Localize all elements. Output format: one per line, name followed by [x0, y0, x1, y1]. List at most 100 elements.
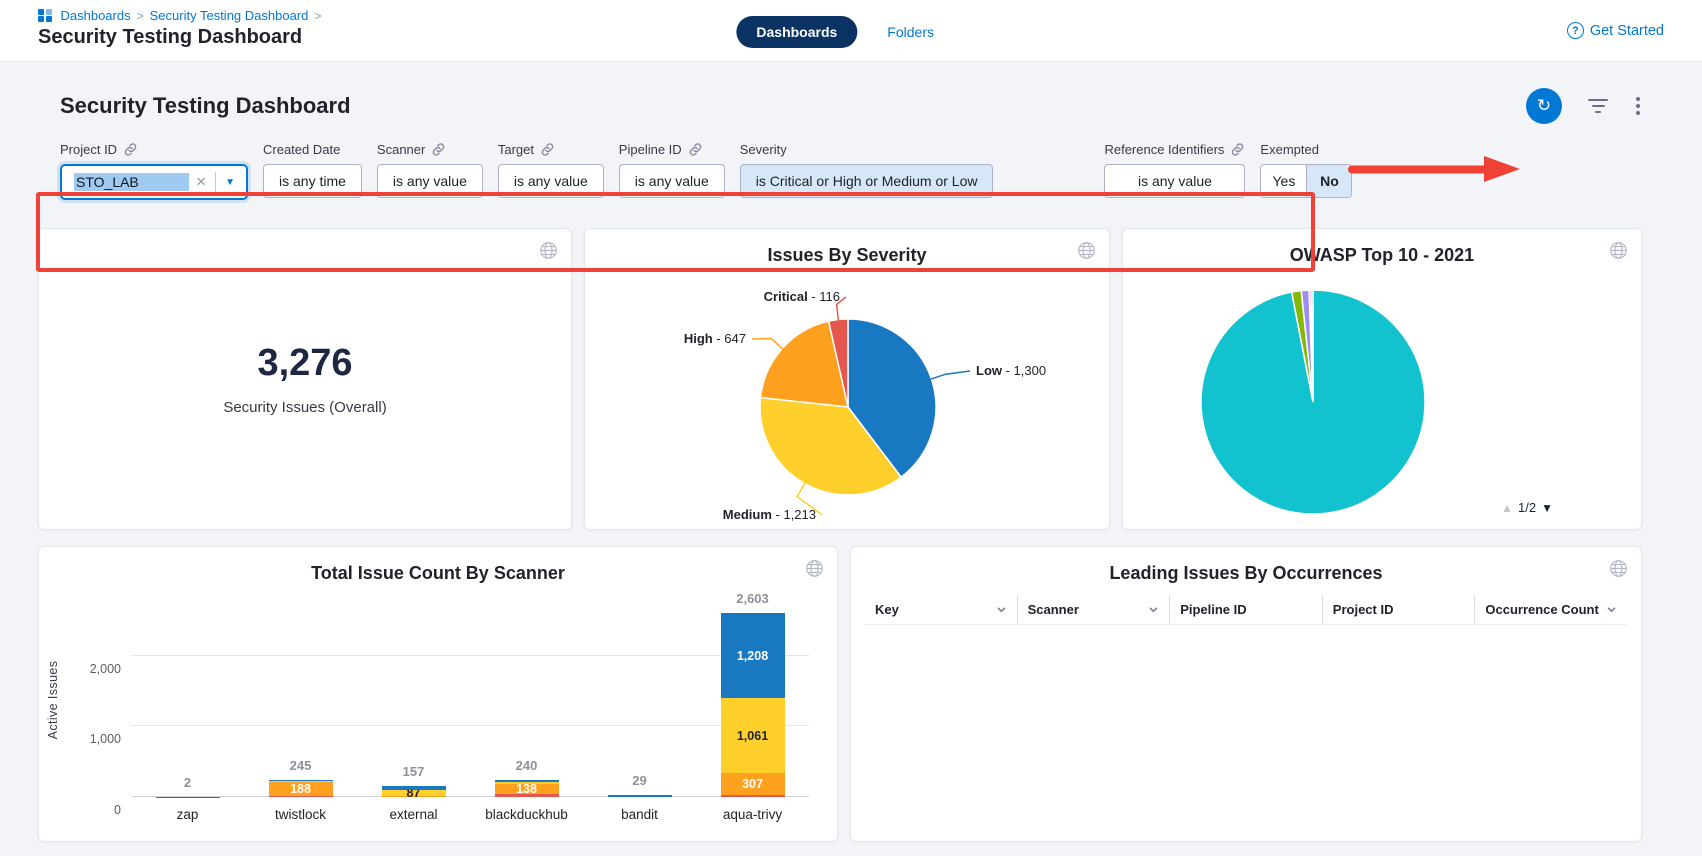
table-header-occurrence-count[interactable]: Occurrence Count [1474, 595, 1627, 624]
table-header-project-id[interactable]: Project ID [1322, 595, 1475, 624]
scanner-bar-card: Total Issue Count By Scanner Active Issu… [38, 546, 838, 842]
link-icon [540, 142, 555, 157]
exempted-no-option[interactable]: No [1306, 165, 1351, 197]
bar-segment-medium: 87 [382, 790, 446, 796]
table-header-pipeline-id[interactable]: Pipeline ID [1169, 595, 1322, 624]
bar-segment-medium [495, 782, 559, 785]
link-icon [123, 142, 138, 157]
column-label: Occurrence Count [1485, 602, 1598, 617]
filter-bar: Project ID STO_LAB × ▼ Created Date is a… [38, 142, 1664, 208]
pipeline-id-value-button[interactable]: is any value [619, 164, 725, 198]
column-label: Scanner [1028, 602, 1079, 617]
bar-total-label: 29 [632, 773, 646, 788]
header-tabs: Dashboards Folders [736, 16, 934, 48]
bar-category-label: blackduckhub [485, 807, 568, 822]
exempted-yes-option[interactable]: Yes [1261, 165, 1306, 197]
bar-segment-medium [269, 781, 333, 783]
globe-icon[interactable] [805, 559, 824, 583]
kebab-menu-icon[interactable] [1634, 95, 1642, 117]
globe-icon[interactable] [539, 241, 558, 265]
table-header-scanner[interactable]: Scanner [1017, 595, 1170, 624]
pie-label-Medium: Medium - 1,213 [723, 507, 816, 522]
chevron-down-icon [1606, 604, 1617, 615]
breadcrumb-link-current[interactable]: Security Testing Dashboard [150, 8, 309, 23]
bar-twistlock: 188245twistlock [244, 599, 357, 797]
severity-pie-chart: Low - 1,300 Medium - 1,213 High - 647 Criti… [585, 229, 1109, 529]
bar-total-label: 2,603 [736, 591, 769, 606]
bar-segment-high: 138 [495, 784, 559, 794]
get-started-link[interactable]: ? Get Started [1567, 22, 1664, 39]
table-header-key[interactable]: Key [865, 595, 1017, 624]
dashboard-main: Security Testing Dashboard ↻ Project ID … [0, 88, 1702, 842]
breadcrumb-link-dashboards[interactable]: Dashboards [61, 8, 131, 23]
filter-scanner: Scanner is any value [377, 142, 483, 198]
bar-segment-low: 1,208 [721, 613, 785, 698]
bar-category-label: zap [177, 807, 199, 822]
link-icon [1230, 142, 1245, 157]
pie-label-High: High - 647 [684, 331, 746, 346]
dashboard-title: Security Testing Dashboard [60, 93, 351, 119]
owasp-pager: ▲ 1/2 ▼ [1501, 500, 1553, 515]
bar-external: 87157external [357, 599, 470, 797]
bar-category-label: twistlock [275, 807, 326, 822]
bar-segment-low [382, 786, 446, 790]
bar-total-label: 157 [403, 764, 425, 779]
pie-leader-line [752, 339, 784, 350]
tab-folders[interactable]: Folders [887, 24, 934, 40]
clear-icon[interactable]: × [189, 172, 213, 192]
filter-label: Target [498, 142, 534, 157]
combo-divider [215, 172, 216, 192]
scanner-chart-title: Total Issue Count By Scanner [39, 547, 837, 584]
bar-segment-low [156, 797, 220, 798]
table-header-row: Key Scanner Pipeline ID Project ID Occur… [865, 595, 1627, 625]
scanner-value-button[interactable]: is any value [377, 164, 483, 198]
filter-label: Exempted [1260, 142, 1319, 157]
table-body-empty [865, 625, 1627, 829]
filter-exempted: Exempted Yes No [1260, 142, 1352, 198]
scanner-bar-chart: 01,0002,0002zap188245twistlock87157exter… [131, 599, 809, 797]
page-down-icon[interactable]: ▼ [1541, 501, 1553, 515]
overall-issues-value: 3,276 [257, 342, 352, 385]
issues-by-severity-card: Issues By Severity Low - 1,300Medium - 1… [584, 228, 1110, 530]
bar-segment-critical [721, 795, 785, 797]
filter-pipeline-id: Pipeline ID is any value [619, 142, 725, 198]
filter-label: Pipeline ID [619, 142, 682, 157]
y-axis-label: Active Issues [46, 660, 60, 739]
project-id-combobox[interactable]: STO_LAB × ▼ [60, 164, 248, 200]
severity-value-button[interactable]: is Critical or High or Medium or Low [740, 164, 994, 198]
pie-label-Critical: Critical - 116 [764, 289, 840, 304]
chevron-down-icon [1148, 604, 1159, 615]
globe-icon[interactable] [1609, 559, 1628, 583]
refresh-button[interactable]: ↻ [1526, 88, 1562, 124]
pie-leader-line [930, 371, 971, 380]
bar-blackduckhub: 138240blackduckhub [470, 599, 583, 797]
filter-label: Reference Identifiers [1104, 142, 1224, 157]
breadcrumb-separator: > [137, 9, 144, 23]
project-id-value[interactable]: STO_LAB [74, 173, 189, 191]
pie-label-Low: Low - 1,300 [976, 363, 1046, 378]
reference-identifiers-value-button[interactable]: is any value [1104, 164, 1245, 198]
chevron-down-icon[interactable]: ▼ [222, 177, 238, 188]
bar-total-label: 245 [290, 758, 312, 773]
column-label: Pipeline ID [1180, 602, 1246, 617]
exempted-toggle: Yes No [1260, 164, 1352, 198]
bar-bandit: 29bandit [583, 599, 696, 797]
link-icon [431, 142, 446, 157]
overall-issues-card: 3,276 Security Issues (Overall) [38, 228, 572, 530]
bar-segment-low [608, 795, 672, 797]
target-value-button[interactable]: is any value [498, 164, 604, 198]
page-up-icon[interactable]: ▲ [1501, 501, 1513, 515]
created-date-value-button[interactable]: is any time [263, 164, 362, 198]
bar-segment-medium: 1,061 [721, 698, 785, 773]
y-tick-label: 2,000 [90, 662, 121, 676]
filter-label: Created Date [263, 142, 340, 157]
filter-icon[interactable] [1588, 99, 1608, 114]
bar-category-label: aqua-trivy [723, 807, 782, 822]
tab-dashboards[interactable]: Dashboards [736, 16, 857, 48]
owasp-card: OWASP Top 10 - 2021 ▲ 1/2 ▼ [1122, 228, 1642, 530]
page-indicator: 1/2 [1518, 500, 1536, 515]
filter-project-id: Project ID STO_LAB × ▼ [60, 142, 248, 200]
overall-issues-label: Security Issues (Overall) [223, 399, 386, 416]
breadcrumb-separator: > [314, 9, 321, 23]
bar-segment-low [269, 780, 333, 781]
